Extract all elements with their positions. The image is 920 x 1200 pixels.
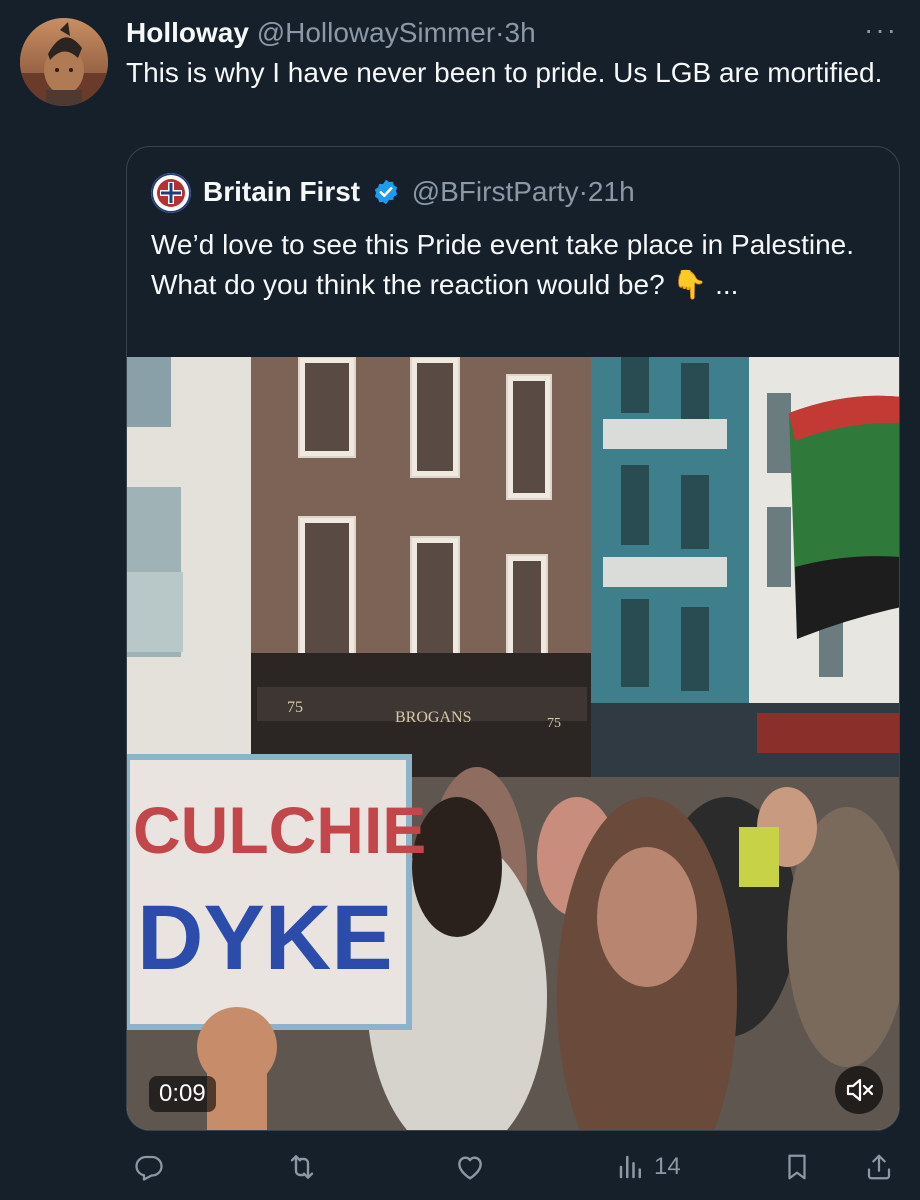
sign-text-line-2: DYKE (137, 887, 393, 989)
quoted-display-name[interactable]: Britain First (203, 176, 360, 207)
muted-speaker-icon[interactable] (835, 1066, 883, 1114)
timestamp[interactable]: 3h (505, 17, 536, 48)
tweet-text: This is why I have never been to pride. … (126, 57, 883, 88)
user-avatar[interactable] (20, 18, 108, 106)
sign-text-line-1: CULCHIE (133, 793, 426, 867)
quoted-tweet-text: We’d love to see this Pride event take p… (151, 229, 854, 300)
shop-sign: BROGANS (395, 709, 471, 726)
video-duration: 0:09 (149, 1076, 216, 1112)
quoted-tweet-header: Britain First @BFirstParty·21h (203, 173, 635, 211)
action-bar: 14 (126, 1140, 900, 1194)
britain-first-logo[interactable] (151, 173, 191, 213)
quoted-user-handle[interactable]: @BFirstParty (412, 176, 579, 207)
like-icon[interactable] (454, 1140, 486, 1194)
shop-number-right: 75 (547, 716, 561, 731)
separator-dot: · (578, 176, 588, 207)
quoted-tweet[interactable]: Britain First @BFirstParty·21h We’d love… (126, 146, 900, 1131)
video-player[interactable]: 75 BROGANS 75 CULCHIE DYKE 0:09 (127, 357, 899, 1130)
views-count: 14 (654, 1153, 681, 1180)
views-icon (619, 1155, 641, 1179)
share-icon[interactable] (864, 1140, 894, 1194)
verified-badge-icon (374, 179, 398, 205)
separator-dot: · (495, 17, 505, 48)
bookmark-icon[interactable] (782, 1140, 812, 1194)
user-handle[interactable]: @HollowaySimmer (257, 17, 495, 48)
tweet[interactable]: Holloway @HollowaySimmer·3h ··· This is … (0, 0, 920, 1200)
reply-icon[interactable] (134, 1140, 164, 1194)
display-name[interactable]: Holloway (126, 17, 249, 48)
shop-number-left: 75 (287, 699, 303, 716)
video-frame: 75 BROGANS 75 CULCHIE DYKE (127, 357, 899, 1130)
tweet-header: Holloway @HollowaySimmer·3h (126, 14, 820, 52)
quoted-timestamp[interactable]: 21h (588, 176, 635, 207)
more-options-icon[interactable]: ··· (864, 14, 898, 46)
retweet-icon[interactable] (286, 1140, 318, 1194)
views-button[interactable]: 14 (616, 1140, 681, 1194)
